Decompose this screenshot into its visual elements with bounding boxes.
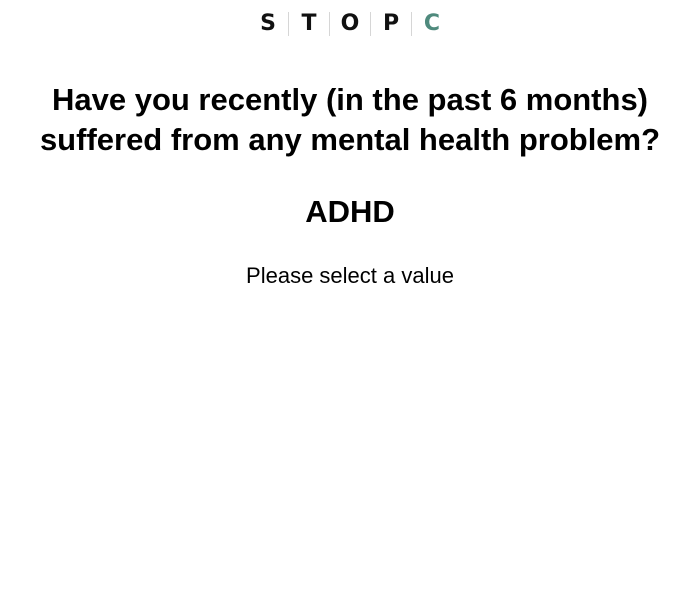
logo-letter-o: O (340, 11, 360, 36)
question-line-2: suffered from any mental health problem? (39, 122, 661, 157)
logo-letter-p: P (382, 11, 400, 36)
stopc-logo: S T O P C (0, 11, 700, 37)
condition-label: ADHD (305, 194, 395, 229)
select-value-prompt: Please select a value (246, 263, 454, 288)
survey-page: S T O P C Have you recently (in the past… (0, 0, 700, 600)
logo-letter-t: T (301, 11, 317, 36)
logo-letter-s: S (260, 11, 276, 36)
logo-letters: S T O P C (248, 11, 452, 37)
question-line-1: Have you recently (in the past 6 months) (51, 82, 649, 117)
logo-letter-c: C (423, 11, 441, 36)
question-heading: Have you recently (in the past 6 months)… (0, 80, 700, 160)
